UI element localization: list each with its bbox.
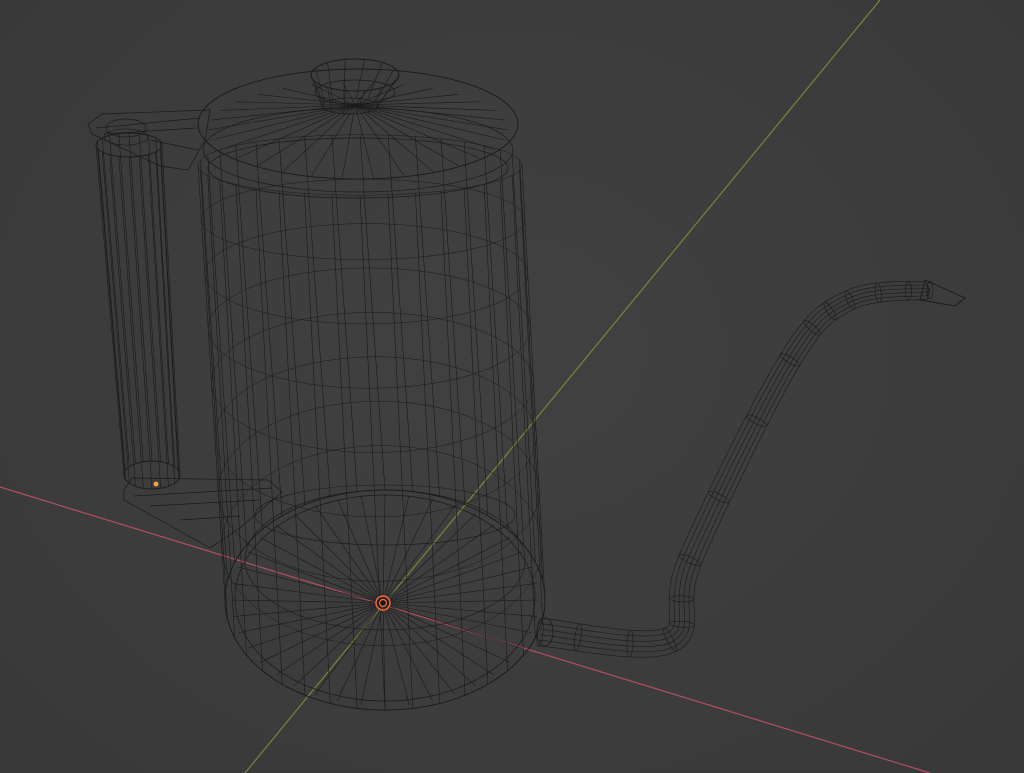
body-ring: [197, 134, 523, 196]
bottom-spoke: [382, 602, 456, 695]
handle-edge: [97, 148, 126, 480]
wireframe-lines: [95, 58, 966, 711]
bottom-spoke: [232, 602, 384, 617]
lid-spoke: [236, 101, 356, 106]
bottom-spoke: [247, 602, 384, 649]
spout-ring: [573, 623, 582, 652]
bottom-spoke: [294, 514, 384, 604]
bottom-spoke: [382, 602, 532, 634]
body-ring: [218, 400, 540, 582]
bottom-spoke: [382, 602, 510, 663]
bottom-spoke: [382, 602, 476, 686]
body-ring: [207, 267, 531, 389]
bottom-ring: [234, 494, 536, 702]
handle-edge: [95, 144, 125, 476]
handle-edge: [160, 141, 179, 471]
knob-edge: [310, 74, 323, 107]
bottom-spoke: [382, 514, 476, 604]
lid-spoke: [354, 104, 509, 131]
bottom-spoke: [382, 599, 540, 604]
handle-edge: [128, 156, 153, 490]
spout-ring: [668, 595, 695, 603]
knob-edge: [374, 81, 395, 110]
bottom-spoke: [230, 599, 384, 604]
handle-edge: [102, 152, 130, 484]
knob-edge: [355, 59, 366, 99]
bottom-spoke: [382, 602, 495, 676]
3d-viewport[interactable]: [0, 0, 1024, 773]
bottom-spoke: [337, 499, 384, 604]
body-ring: [211, 312, 534, 453]
x-axis-line: [0, 486, 931, 773]
handle-top-knob: [105, 118, 147, 138]
body-ring: [204, 223, 528, 325]
spout-ring: [874, 282, 882, 303]
kettle-mesh[interactable]: [87, 109, 283, 549]
spout-base: [536, 617, 554, 647]
lid-spoke: [311, 104, 356, 176]
body-ring: [201, 178, 526, 260]
spout-ring: [905, 281, 912, 301]
spout-line: [540, 288, 931, 642]
lid-spoke: [207, 104, 356, 131]
bottom-spoke: [260, 602, 384, 663]
spout-ring: [668, 620, 695, 628]
bottom-spoke: [382, 493, 386, 604]
bottom-spoke: [382, 602, 523, 649]
lid-spoke: [220, 104, 356, 150]
bottom-spoke: [260, 537, 384, 604]
lid-spoke: [342, 104, 356, 178]
body-ring: [214, 356, 537, 518]
knob-edge: [327, 62, 333, 100]
lid-band-lower: [207, 137, 509, 199]
bottom-spoke: [382, 602, 538, 617]
spout-line: [540, 284, 931, 637]
lid-spoke: [354, 104, 374, 178]
lid-knob-mid: [314, 79, 396, 105]
bottom-spoke: [294, 602, 384, 686]
spout-ring: [803, 320, 821, 336]
y-axis-line: [244, 0, 881, 773]
wireframe-scene[interactable]: [0, 0, 1024, 773]
lid-knob-top: [310, 58, 400, 92]
bottom-spoke: [382, 537, 510, 604]
spout-line: [541, 281, 931, 632]
spout-line: [538, 289, 931, 658]
spout-ring: [626, 629, 634, 658]
bottom-spoke: [382, 602, 410, 705]
bottom-spoke: [247, 551, 384, 604]
handle-edge: [102, 137, 130, 467]
selected-vertex[interactable]: [153, 481, 159, 487]
handle-edge: [160, 148, 179, 480]
